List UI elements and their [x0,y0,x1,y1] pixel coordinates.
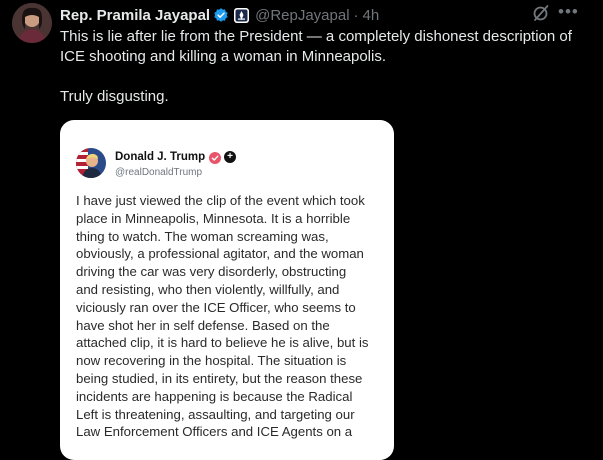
author-name[interactable]: Rep. Pramila Jayapal [60,7,210,24]
post-body-line: thing to watch. The woman screaming was, [76,228,329,244]
verified-badge-icon [213,7,229,23]
tweet-header: Rep. Pramila Jayapal @RepJayapal · 4h [60,5,379,25]
tweet-text: This is lie after lie from the President… [60,27,585,107]
post-body-line: have shot her in self defense. Based on … [76,317,330,333]
post-body-line: Law Enforcement Officers and ICE Agents … [76,424,353,440]
embedded-post-image[interactable]: Donald J. Trump + @realDonaldTrump I hav… [60,120,394,460]
post-body-line: and resisting, who then violently, willf… [76,281,340,297]
post-author-row: Donald J. Trump + [115,151,237,164]
tweet-timestamp[interactable]: 4h [363,7,380,24]
post-author-handle: @realDonaldTrump [115,167,203,178]
post-body-line: driving the car was very disorderly, obs… [76,264,347,280]
tweet[interactable]: Rep. Pramila Jayapal @RepJayapal · 4h ••… [0,0,603,460]
post-body-line: I have just viewed the clip of the event… [76,193,365,208]
post-body-line: place in Minneapolis, Minnesota. It is a… [76,210,351,226]
post-author-name: Donald J. Trump [115,151,206,163]
tweet-paragraph: Truly disgusting. [60,88,169,105]
post-body-line: viciously ran over the ICE Officer, who … [76,299,356,315]
tweet-paragraph: This is lie after lie from the President… [60,28,572,65]
post-body-text: I have just viewed the clip of the event… [76,192,380,441]
post-verified-icon [209,151,222,164]
post-body-line: being studied, in its entirety, but the … [76,370,363,386]
more-icon[interactable]: ••• [558,2,578,22]
author-avatar[interactable] [12,3,52,43]
post-author-avatar [76,148,106,178]
post-body-line: attached clip, it is hard to believe he … [76,335,369,351]
grok-icon[interactable] [532,4,550,22]
post-body-line: obviously, a professional agitator, and … [76,246,364,262]
government-affiliation-icon[interactable] [234,7,250,23]
author-handle[interactable]: @RepJayapal [255,7,349,24]
post-body-line: incidents are happening is because the R… [76,388,353,404]
post-body-line: now recovering in the hospital. The situ… [76,353,347,369]
separator-dot: · [353,6,359,24]
post-body-line: Left is threatening, assaulting, and tar… [76,406,355,422]
post-plus-icon: + [224,151,237,163]
